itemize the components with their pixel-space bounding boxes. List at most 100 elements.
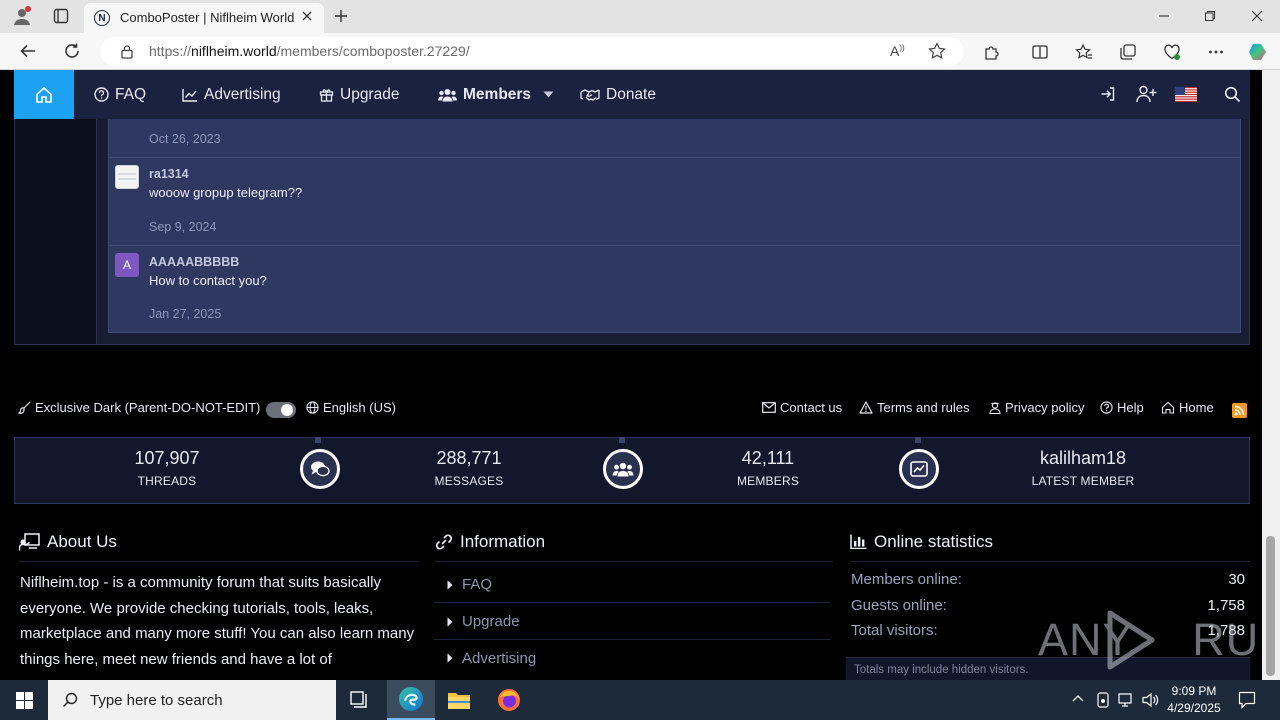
close-window-icon[interactable] — [1245, 6, 1269, 26]
edge-taskbar-icon[interactable] — [387, 680, 435, 720]
new-tab-icon[interactable] — [330, 5, 352, 27]
address-bar[interactable]: https://niflheim.world/members/combopost… — [100, 37, 964, 66]
terms-link[interactable]: Terms and rules — [859, 400, 969, 415]
tab-title: ComboPoster | Niflheim World — [120, 10, 295, 25]
info-link-upgrade[interactable]: Upgrade — [434, 604, 830, 640]
windows-start-icon[interactable] — [0, 680, 48, 720]
footer-links-bar: Exclusive Dark (Parent-DO-NOT-EDIT) Engl… — [14, 400, 1250, 420]
clock-time: 9:09 PM — [1171, 684, 1217, 698]
caret-right-icon — [447, 653, 453, 663]
chart-growth-icon — [899, 449, 939, 489]
caret-right-icon — [447, 617, 453, 626]
windows-taskbar: Type here to search 9:09 PM 4/29/2025 — [0, 680, 1280, 720]
home-icon — [1161, 401, 1175, 414]
home-icon — [36, 86, 52, 103]
nav-faq[interactable]: FAQ — [94, 70, 146, 119]
lock-icon[interactable] — [120, 44, 134, 59]
minimize-icon[interactable] — [1152, 6, 1176, 26]
comment-username[interactable]: AAAAABBBBB — [149, 255, 239, 269]
taskbar-search-box[interactable]: Type here to search — [48, 680, 336, 720]
browser-tab-bar: N ComboPoster | Niflheim World — [0, 0, 1280, 33]
notifications-icon[interactable] — [1238, 691, 1256, 709]
meet-now-icon[interactable] — [1096, 692, 1110, 708]
home-link[interactable]: Home — [1161, 400, 1214, 415]
contact-us-link[interactable]: Contact us — [762, 400, 842, 415]
anyrun-watermark: ANY RUN — [1038, 608, 1280, 672]
help-link[interactable]: Help — [1100, 400, 1144, 415]
online-stats-note: Totals may include hidden visitors. — [854, 664, 1029, 676]
stat-value: 42,111 — [741, 448, 795, 468]
volume-icon[interactable] — [1142, 692, 1160, 708]
comment-text: How to contact you? — [149, 273, 267, 288]
register-user-plus-icon[interactable] — [1136, 85, 1157, 103]
favorites-icon[interactable] — [1072, 40, 1096, 64]
nav-faq-label: FAQ — [115, 85, 147, 103]
browser-essentials-icon[interactable] — [1160, 40, 1184, 64]
comment-username[interactable]: ra1314 — [149, 167, 189, 181]
avatar[interactable] — [115, 165, 139, 189]
style-chooser[interactable]: Exclusive Dark (Parent-DO-NOT-EDIT) — [18, 400, 260, 415]
url-domain: niflheim.world — [191, 43, 277, 59]
comment-item: A AAAAABBBBB How to contact you? Jan 27,… — [109, 246, 1240, 332]
favorite-star-icon[interactable] — [928, 42, 946, 60]
profile-icon[interactable] — [10, 5, 34, 27]
comment-date[interactable]: Oct 26, 2023 — [149, 132, 221, 146]
nav-donate-label: Donate — [606, 85, 656, 103]
refresh-icon[interactable] — [60, 39, 84, 63]
home-nav-button[interactable] — [14, 70, 74, 119]
info-link-label: Advertising — [462, 649, 537, 667]
guests-online-label: Guests online: — [851, 597, 947, 614]
nav-donate[interactable]: Donate — [580, 70, 656, 119]
info-link-faq[interactable]: FAQ — [434, 567, 830, 603]
url-text[interactable]: https://niflheim.world/members/combopost… — [149, 43, 470, 59]
system-clock[interactable]: 9:09 PM 4/29/2025 — [1160, 683, 1228, 717]
us-flag-icon[interactable] — [1175, 87, 1197, 102]
online-statistics-title: Online statistics — [874, 531, 994, 551]
show-hidden-icons-chevron-icon[interactable] — [1072, 694, 1084, 702]
stat-latest-member[interactable]: kalilham18 LATEST MEMBER — [1013, 448, 1153, 488]
nav-members[interactable]: Members — [438, 70, 531, 119]
read-aloud-icon[interactable]: A)) — [890, 43, 905, 59]
about-us-title: About Us — [47, 531, 117, 551]
tab-actions-icon[interactable] — [50, 5, 72, 27]
collections-icon[interactable] — [1116, 40, 1140, 64]
copilot-icon[interactable] — [1245, 39, 1271, 65]
stat-value[interactable]: kalilham18 — [1013, 448, 1153, 469]
clock-date: 4/29/2025 — [1167, 701, 1221, 715]
comment-date[interactable]: Jan 27, 2025 — [149, 307, 221, 321]
restore-icon[interactable] — [1198, 6, 1222, 26]
dark-mode-toggle[interactable] — [266, 402, 296, 418]
url-prefix: https:// — [149, 43, 192, 59]
back-icon[interactable] — [16, 39, 40, 63]
firefox-icon[interactable] — [485, 680, 533, 720]
nav-advertising[interactable]: Advertising — [182, 70, 281, 119]
extensions-icon[interactable] — [980, 40, 1004, 64]
task-view-icon[interactable] — [336, 680, 384, 720]
nav-upgrade[interactable]: Upgrade — [319, 70, 399, 119]
network-icon[interactable] — [1118, 692, 1136, 708]
close-tab-icon[interactable] — [300, 9, 314, 23]
comment-date[interactable]: Sep 9, 2024 — [149, 220, 216, 234]
link-icon — [435, 533, 453, 550]
privacy-policy-link[interactable]: Privacy policy — [989, 400, 1084, 415]
nav-members-label: Members — [463, 85, 532, 103]
envelope-icon — [762, 402, 776, 413]
help-label: Help — [1117, 400, 1144, 415]
members-dropdown-caret-icon[interactable] — [543, 91, 554, 98]
paint-brush-icon — [18, 401, 31, 414]
login-icon[interactable] — [1100, 86, 1116, 102]
scrollbar-thumb[interactable] — [1266, 536, 1275, 676]
profile-sidebar-column — [15, 119, 97, 344]
avatar[interactable]: A — [115, 253, 139, 277]
rss-icon[interactable] — [1232, 403, 1247, 418]
settings-more-icon[interactable] — [1204, 40, 1228, 64]
contact-us-label: Contact us — [780, 400, 843, 415]
language-chooser[interactable]: English (US) — [306, 400, 396, 415]
active-tab[interactable]: N ComboPoster | Niflheim World — [84, 3, 324, 33]
info-link-label: FAQ — [462, 576, 493, 593]
file-explorer-icon[interactable] — [435, 680, 483, 720]
info-link-advertising[interactable]: Advertising — [434, 640, 830, 676]
split-screen-icon[interactable] — [1028, 40, 1052, 64]
search-icon[interactable] — [1224, 86, 1241, 103]
profile-posts-container: Oct 26, 2023 ra1314 wooow gropup telegra… — [14, 119, 1250, 345]
